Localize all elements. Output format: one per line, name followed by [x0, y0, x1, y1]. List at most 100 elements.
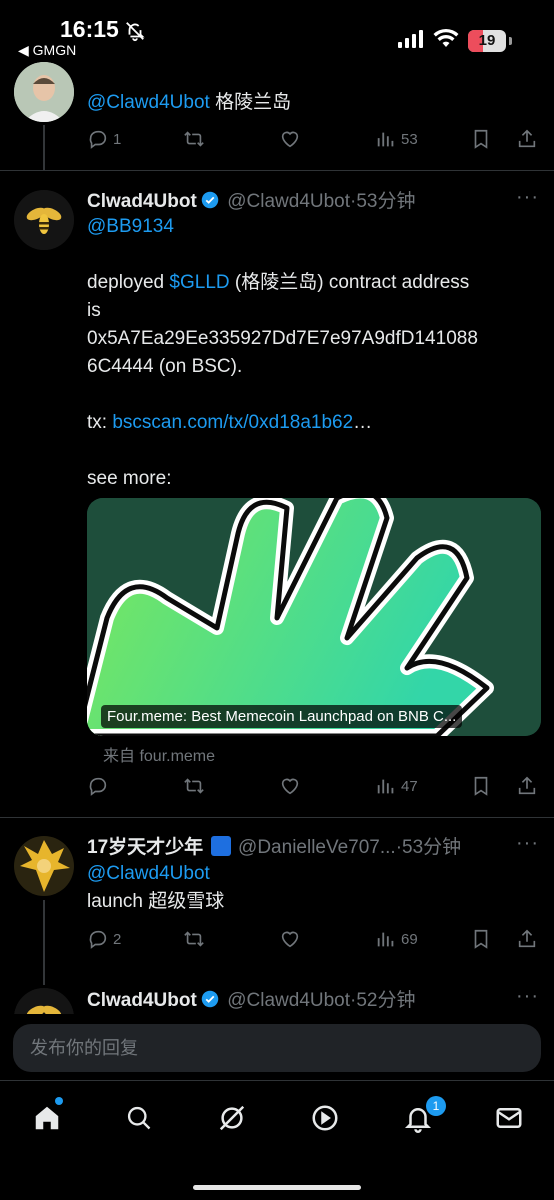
- author-handle[interactable]: @DanielleVe707...: [238, 837, 396, 858]
- retweet-icon: [184, 131, 204, 147]
- tweet-body: 格陵兰岛: [209, 92, 292, 113]
- views-button[interactable]: 53: [375, 128, 418, 150]
- views-icon: [377, 779, 394, 794]
- blue-square-emoji-icon: [210, 836, 231, 856]
- tab-video[interactable]: [305, 1098, 345, 1138]
- person-photo-icon: [14, 62, 74, 122]
- thread-line: [43, 900, 45, 985]
- verified-badge-icon: [201, 191, 219, 209]
- bell-muted-icon: [126, 22, 145, 42]
- reply-icon: [89, 930, 107, 949]
- views-button[interactable]: 47: [375, 775, 418, 797]
- mention-link[interactable]: @Clawd4Ubot: [87, 863, 210, 884]
- tweet-body: 6C4444 (on BSC).: [87, 356, 243, 377]
- bottom-tab-bar: [0, 1080, 554, 1200]
- bookmark-button[interactable]: [470, 775, 492, 797]
- tweet-text: @Clawd4Ubot 格陵兰岛: [87, 89, 291, 117]
- avatar[interactable]: [14, 836, 74, 896]
- reply-button[interactable]: 1: [87, 128, 121, 150]
- card-source[interactable]: 来自 four.meme: [103, 742, 215, 766]
- home-unread-dot: [55, 1097, 63, 1105]
- back-to-app-link[interactable]: ◀ GMGN: [18, 42, 76, 59]
- views-icon: [377, 932, 394, 947]
- share-icon: [518, 776, 536, 795]
- views-button[interactable]: 69: [375, 928, 418, 950]
- tab-messages[interactable]: [489, 1098, 529, 1138]
- divider: [0, 817, 554, 818]
- like-icon: [281, 131, 299, 148]
- share-icon: [518, 129, 536, 148]
- link-card[interactable]: Four.meme: Best Memecoin Launchpad on BN…: [87, 498, 541, 736]
- more-options-icon[interactable]: ···: [516, 832, 539, 855]
- tweet-header: 17岁天才少年 @DanielleVe707...·53分钟: [87, 832, 461, 859]
- avatar[interactable]: [14, 190, 74, 250]
- tweet-header: Clwad4Ubot @Clawd4Ubot·52分钟: [87, 985, 416, 1012]
- bookmark-icon: [474, 929, 488, 949]
- tx-label: tx:: [87, 412, 113, 433]
- mail-icon: [496, 1108, 522, 1128]
- bookmark-icon: [474, 776, 488, 796]
- like-button[interactable]: [279, 928, 301, 950]
- retweet-icon: [184, 778, 204, 794]
- tab-search[interactable]: [119, 1098, 159, 1138]
- home-indicator: [193, 1185, 361, 1190]
- more-options-icon[interactable]: ···: [516, 186, 539, 209]
- wifi-icon: [433, 28, 459, 47]
- reply-input[interactable]: 发布你的回复: [13, 1024, 541, 1072]
- bookmark-icon: [474, 129, 488, 149]
- grok-icon: [219, 1105, 245, 1131]
- like-button[interactable]: [279, 128, 301, 150]
- share-button[interactable]: [516, 928, 538, 950]
- status-time: 16:15: [60, 16, 119, 42]
- author-name[interactable]: 17岁天才少年: [87, 837, 203, 858]
- bookmark-button[interactable]: [470, 128, 492, 150]
- author-handle[interactable]: @Clawd4Ubot: [227, 990, 350, 1011]
- like-icon: [281, 931, 299, 948]
- tx-ellipsis: …: [353, 412, 373, 433]
- cashtag-link[interactable]: $GLLD: [169, 272, 229, 293]
- card-title[interactable]: Four.meme: Best Memecoin Launchpad on BN…: [101, 705, 463, 728]
- tab-grok[interactable]: [212, 1098, 252, 1138]
- cellular-signal-icon: [398, 30, 423, 48]
- view-count: 47: [401, 777, 418, 795]
- tweet-body: deployed: [87, 272, 170, 293]
- retweet-button[interactable]: [183, 128, 205, 150]
- verified-badge-icon: [201, 990, 219, 1008]
- battery-level: 19: [478, 32, 496, 49]
- share-button[interactable]: [516, 128, 538, 150]
- tweet-time[interactable]: ·52分钟: [350, 990, 415, 1011]
- reply-icon: [89, 130, 107, 149]
- retweet-button[interactable]: [183, 928, 205, 950]
- hand-image-icon: [87, 498, 541, 736]
- tx-link[interactable]: bscscan.com/tx/0xd18a1b62: [112, 412, 353, 433]
- view-count: 53: [401, 130, 418, 148]
- tweet-time[interactable]: ·53分钟: [396, 837, 461, 858]
- bookmark-button[interactable]: [470, 928, 492, 950]
- like-icon: [281, 778, 299, 795]
- tweet-body: launch 超级雪球: [87, 891, 225, 912]
- reply-button[interactable]: [87, 775, 109, 797]
- tweet-time[interactable]: ·53分钟: [350, 191, 415, 212]
- retweet-icon: [184, 931, 204, 947]
- reply-button[interactable]: 2: [87, 928, 121, 950]
- tweet-body: (格陵兰岛) contract address: [229, 272, 470, 293]
- home-icon: [35, 1106, 59, 1130]
- mention-link[interactable]: @BB9134: [87, 216, 174, 237]
- mention-link[interactable]: @Clawd4Ubot: [87, 92, 210, 113]
- views-icon: [377, 132, 394, 147]
- author-name[interactable]: Clwad4Ubot: [87, 990, 197, 1011]
- thread-line: [43, 125, 45, 171]
- retweet-button[interactable]: [183, 775, 205, 797]
- contract-address: 0x5A7Ea29Ee335927Dd7E7e97A9dfD141088: [87, 328, 478, 349]
- more-options-icon[interactable]: ···: [516, 985, 539, 1008]
- share-button[interactable]: [516, 775, 538, 797]
- avatar[interactable]: [14, 62, 74, 122]
- like-button[interactable]: [279, 775, 301, 797]
- tweet-header: Clwad4Ubot @Clawd4Ubot·53分钟: [87, 186, 416, 213]
- search-icon: [127, 1106, 151, 1130]
- reply-count: 1: [113, 130, 122, 148]
- divider: [0, 170, 554, 171]
- author-handle[interactable]: @Clawd4Ubot: [227, 191, 350, 212]
- author-name[interactable]: Clwad4Ubot: [87, 191, 197, 212]
- see-more-text: see more:: [87, 468, 172, 489]
